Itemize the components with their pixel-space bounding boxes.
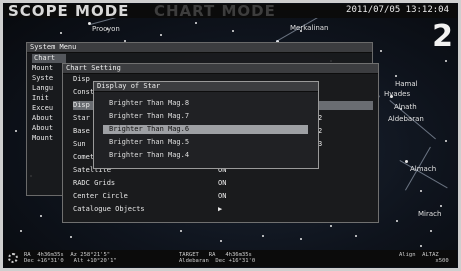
chart-setting-value (318, 88, 338, 97)
star-dot (232, 30, 234, 32)
star-dot (330, 225, 332, 227)
star-dot (220, 240, 222, 242)
star-dot (420, 245, 422, 247)
star-dot (355, 235, 357, 237)
chart-setting-item[interactable]: RADC Grids (73, 179, 203, 188)
chart-setting-value (318, 101, 338, 110)
star-name-label: Hamal (395, 80, 418, 88)
star-dot (60, 32, 62, 34)
system-menu-item[interactable]: Init (32, 94, 64, 103)
system-menu-item[interactable]: Mount (32, 64, 64, 73)
bottom-status-bar: RA 4h36m35s Az 258°21'5" Dec +16°31'0 Al… (4, 250, 457, 267)
system-menu-item[interactable]: Langu (32, 84, 64, 93)
star-dot (70, 236, 72, 238)
star-name-label: Merkalinan (290, 24, 329, 32)
top-status-bar: SCOPE MODE CHART MODE 2011/07/05 13:12:0… (4, 2, 457, 20)
chart-setting-value (318, 75, 338, 84)
star-dot (180, 230, 182, 232)
system-menu-title: System Menu (27, 43, 372, 53)
star-dot (195, 22, 197, 24)
star-name-label: Mirach (418, 210, 442, 218)
star-dot (380, 50, 382, 52)
star-dot (396, 220, 398, 222)
datetime: 2011/07/05 13:12:04 (346, 5, 449, 15)
system-menu-item[interactable]: Mount (32, 134, 64, 143)
system-menu-item[interactable]: Chart (32, 54, 66, 63)
chart-setting-value: ON (218, 192, 227, 200)
chart-setting-value: 3 (318, 140, 323, 148)
star-dot (160, 34, 162, 36)
star-dot (262, 235, 264, 237)
star-name-label: Aldebaran (388, 115, 424, 123)
star-dot (15, 130, 17, 132)
scope-mode-label: SCOPE MODE (8, 2, 130, 20)
star-dot (445, 140, 447, 142)
magnitude-option[interactable]: Brighter Than Mag.4 (103, 151, 308, 160)
chart-setting-item[interactable]: Catalogue Objects (73, 205, 203, 214)
display-of-star-dialog: Display of Star Brighter Than Mag.8 Brigh… (93, 81, 319, 169)
system-menu-item[interactable]: Syste (32, 74, 64, 83)
target-readout: TARGET RA 4h36m35s Aldebaran Dec +16°31'… (179, 252, 256, 264)
system-menu-item[interactable]: Exceu (32, 104, 64, 113)
magnitude-option[interactable]: Brighter Than Mag.6 (103, 125, 308, 134)
star-dot (445, 60, 447, 62)
star-dot (420, 190, 422, 192)
star-dot (430, 230, 432, 232)
system-menu-item[interactable]: About (32, 124, 64, 133)
chart-setting-title: Chart Setting (63, 64, 378, 74)
chart-setting-value: 2 (318, 114, 323, 122)
star-dot (300, 238, 302, 240)
magnitude-option[interactable]: Brighter Than Mag.7 (103, 112, 308, 121)
chart-setting-value: ON (218, 179, 227, 187)
star-dot (20, 230, 22, 232)
star-dot (440, 205, 442, 207)
chart-setting-item[interactable]: Center Circle (73, 192, 203, 201)
coordinates-readout: RA 4h36m35s Az 258°21'5" Dec +16°31'0 Al… (24, 252, 117, 264)
chart-mode-label: CHART MODE (154, 2, 276, 20)
system-menu-item[interactable]: About (32, 114, 64, 123)
telescope-screen: ProcyonMerkalinanCapellaHyadesAlnathAlde… (0, 0, 461, 271)
display-of-star-title: Display of Star (94, 82, 318, 92)
star-name-label: Hyades (384, 90, 411, 98)
star-name-label: Alnath (394, 103, 417, 111)
gear-icon (8, 253, 18, 263)
magnitude-option[interactable]: Brighter Than Mag.5 (103, 138, 308, 147)
chart-setting-value: 2 (318, 127, 323, 135)
star-name-label: Procyon (92, 25, 120, 33)
magnitude-option[interactable]: Brighter Than Mag.8 (103, 99, 308, 108)
star-dot (395, 75, 397, 77)
step-number: 2 (432, 19, 453, 54)
chart-setting-value (318, 153, 338, 162)
alignment-readout: Align ALTAZ x500 (399, 252, 449, 264)
star-dot (40, 215, 42, 217)
chart-setting-value: ▶ (218, 205, 223, 213)
star-name-label: Almach (410, 165, 437, 173)
